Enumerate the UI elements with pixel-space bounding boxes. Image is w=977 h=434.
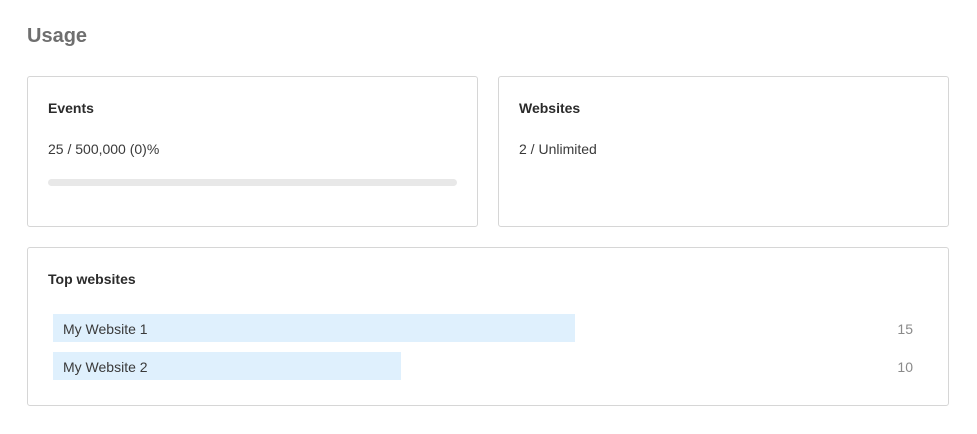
websites-card-title: Websites: [519, 100, 581, 116]
websites-usage-value: 2 / Unlimited: [519, 141, 597, 157]
events-card-title: Events: [48, 100, 94, 116]
top-website-count: 10: [897, 359, 913, 375]
top-websites-list: My Website 1 15 My Website 2 10: [53, 314, 913, 390]
top-website-row: My Website 2 10: [53, 352, 913, 380]
page-title: Usage: [27, 25, 88, 47]
top-websites-card: Top websites My Website 1 15 My Website …: [27, 247, 949, 406]
events-usage-value: 25 / 500,000 (0)%: [48, 141, 160, 157]
events-progress-bar: [48, 179, 457, 186]
events-card: Events 25 / 500,000 (0)%: [27, 76, 478, 227]
top-website-count: 15: [897, 321, 913, 337]
top-website-row: My Website 1 15: [53, 314, 913, 342]
websites-card: Websites 2 / Unlimited: [498, 76, 949, 227]
top-website-name: My Website 1: [63, 321, 148, 337]
top-websites-card-title: Top websites: [48, 271, 136, 287]
top-website-name: My Website 2: [63, 359, 148, 375]
